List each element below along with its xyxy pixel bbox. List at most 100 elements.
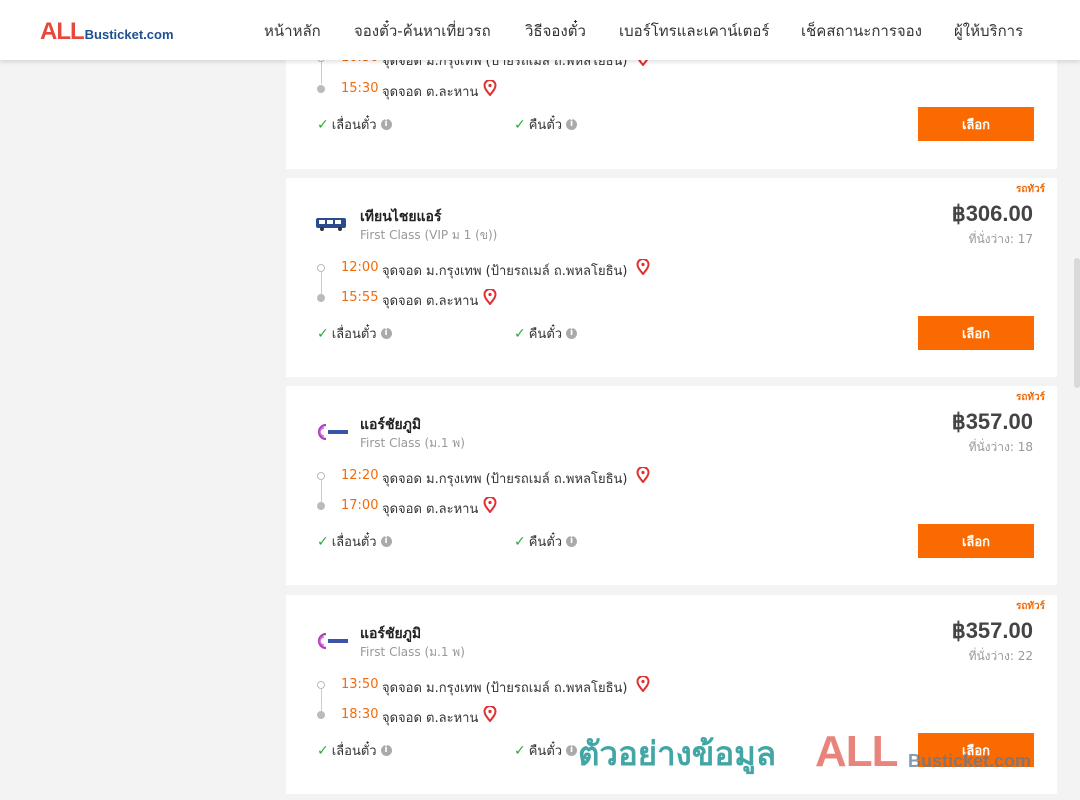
- arrive-time: 15:30: [341, 81, 379, 96]
- operator-name: แอร์ชัยภูมิ: [360, 626, 422, 642]
- arrive-time: 18:30: [341, 707, 379, 722]
- arrive-time: 17:00: [341, 498, 379, 513]
- operator-logo-icon: [316, 218, 346, 231]
- select-trip-button[interactable]: เลือก: [918, 107, 1034, 141]
- nav-operators[interactable]: ผู้ให้บริการ: [954, 19, 1023, 41]
- depart-stop: จุดจอด ม.กรุงเทพ (ป้ายรถเมล์ ถ.พหลโยธิน): [382, 681, 628, 696]
- arrive-dot: [317, 85, 325, 93]
- feature-label: เลื่อนตั๋ว: [331, 118, 377, 133]
- feature-refund: ✓ คืนตั๋ว i: [514, 531, 578, 552]
- check-icon: ✓: [514, 742, 526, 759]
- arrive-dot: [317, 502, 325, 510]
- info-icon[interactable]: i: [566, 536, 578, 547]
- nav-book-search[interactable]: จองตั๋ว-ค้นหาเที่ยวรถ: [354, 19, 491, 41]
- nav-phone-counter[interactable]: เบอร์โทรและเคาน์เตอร์: [619, 19, 769, 41]
- check-icon: ✓: [514, 325, 526, 342]
- timeline-line: [321, 480, 322, 502]
- feature-reschedule: ✓ เลื่อนตั๋ว i: [317, 531, 392, 552]
- site-logo[interactable]: ALL Busticket.com: [40, 18, 174, 46]
- location-pin-icon[interactable]: [483, 289, 497, 305]
- feature-label: คืนตั๋ว: [528, 744, 563, 759]
- arrive-time: 15:55: [341, 290, 379, 305]
- select-trip-button[interactable]: เลือก: [918, 524, 1034, 558]
- depart-time: 13:50: [341, 677, 379, 692]
- arrive-stop: จุดจอด ต.ละหาน: [382, 502, 479, 517]
- feature-label: คืนตั๋ว: [528, 327, 563, 342]
- location-pin-icon[interactable]: [636, 467, 650, 483]
- nav-booking-status[interactable]: เช็คสถานะการจอง: [801, 19, 922, 41]
- feature-refund: ✓ คืนตั๋ว i: [514, 323, 578, 344]
- check-icon: ✓: [317, 742, 329, 759]
- watermark-logo-all: ALL: [815, 727, 899, 776]
- check-icon: ✓: [514, 533, 526, 550]
- feature-refund: ✓ คืนตั๋ว i: [514, 740, 578, 761]
- seats-available: ที่นั่งว่าง: 18: [968, 440, 1033, 454]
- info-icon[interactable]: i: [566, 119, 578, 130]
- timeline-line: [321, 272, 322, 294]
- seats-available: ที่นั่งว่าง: 17: [968, 232, 1033, 246]
- location-pin-icon[interactable]: [636, 676, 650, 692]
- info-icon[interactable]: i: [566, 745, 578, 756]
- location-pin-icon[interactable]: [483, 497, 497, 513]
- feature-reschedule: ✓ เลื่อนตั๋ว i: [317, 114, 392, 135]
- operator-name: แอร์ชัยภูมิ: [360, 417, 422, 433]
- depart-dot: [317, 472, 325, 480]
- trip-price: ฿357.00: [951, 409, 1033, 434]
- info-icon[interactable]: i: [380, 119, 392, 130]
- check-icon: ✓: [514, 116, 526, 133]
- info-icon[interactable]: i: [566, 328, 578, 339]
- check-icon: ✓: [317, 533, 329, 550]
- page-scrollbar[interactable]: [1074, 258, 1080, 388]
- bus-type-tag: รถทัวร์: [1015, 601, 1045, 612]
- depart-stop: จุดจอด ม.กรุงเทพ (ป้ายรถเมล์ ถ.พหลโยธิน): [382, 472, 628, 487]
- trip-price: ฿306.00: [951, 201, 1033, 226]
- trip-card: รถทัวร์ เทียนไชยแอร์ First Class (VIP ม …: [286, 178, 1057, 377]
- arrive-stop: จุดจอด ต.ละหาน: [382, 711, 479, 726]
- nav-how-to-book[interactable]: วิธีจองตั๋ว: [525, 19, 586, 41]
- seats-available: ที่นั่งว่าง: 22: [968, 649, 1033, 663]
- location-pin-icon[interactable]: [636, 259, 650, 275]
- feature-reschedule: ✓ เลื่อนตั๋ว i: [317, 323, 392, 344]
- timeline-line: [321, 62, 322, 84]
- info-icon[interactable]: i: [380, 328, 392, 339]
- check-icon: ✓: [317, 116, 329, 133]
- operator-logo-icon: [317, 423, 348, 441]
- trip-card: รถทัวร์ แอร์ชัยภูมิ First Class (ม.1 พ) …: [286, 386, 1057, 585]
- feature-label: เลื่อนตั๋ว: [331, 327, 377, 342]
- feature-refund: ✓ คืนตั๋ว i: [514, 114, 578, 135]
- info-icon[interactable]: i: [380, 745, 392, 756]
- logo-all-text: ALL: [40, 18, 85, 45]
- depart-time: 12:20: [341, 468, 379, 483]
- arrive-stop: จุดจอด ต.ละหาน: [382, 85, 479, 100]
- depart-dot: [317, 681, 325, 689]
- feature-reschedule: ✓ เลื่อนตั๋ว i: [317, 740, 392, 761]
- operator-logo-icon: [317, 632, 348, 650]
- arrive-stop: จุดจอด ต.ละหาน: [382, 294, 479, 309]
- select-trip-button[interactable]: เลือก: [918, 316, 1034, 350]
- bus-type-tag: รถทัวร์: [1015, 184, 1045, 195]
- timeline-line: [321, 689, 322, 711]
- feature-label: คืนตั๋ว: [528, 535, 563, 550]
- feature-label: เลื่อนตั๋ว: [331, 535, 377, 550]
- feature-label: เลื่อนตั๋ว: [331, 744, 377, 759]
- arrive-dot: [317, 294, 325, 302]
- logo-domain-text: Busticket.com: [84, 27, 174, 42]
- watermark-logo: ALL Busticket.com: [815, 727, 1031, 777]
- location-pin-icon[interactable]: [483, 706, 497, 722]
- depart-time: 12:00: [341, 260, 379, 275]
- watermark-logo-domain: Busticket.com: [908, 751, 1032, 771]
- bus-class: First Class (ม.1 พ): [360, 645, 465, 659]
- feature-label: คืนตั๋ว: [528, 118, 563, 133]
- nav-home[interactable]: หน้าหลัก: [264, 19, 321, 41]
- top-navbar: ALL Busticket.com หน้าหลัก จองตั๋ว-ค้นหา…: [0, 0, 1080, 60]
- bus-class: First Class (ม.1 พ): [360, 436, 465, 450]
- trip-price: ฿357.00: [951, 618, 1033, 643]
- sample-data-watermark: ตัวอย่างข้อมูล: [578, 734, 777, 773]
- location-pin-icon[interactable]: [483, 80, 497, 96]
- depart-stop: จุดจอด ม.กรุงเทพ (ป้ายรถเมล์ ถ.พหลโยธิน): [382, 264, 628, 279]
- operator-name: เทียนไชยแอร์: [360, 209, 442, 225]
- bus-class: First Class (VIP ม 1 (ข)): [360, 228, 498, 242]
- info-icon[interactable]: i: [380, 536, 392, 547]
- arrive-dot: [317, 711, 325, 719]
- check-icon: ✓: [317, 325, 329, 342]
